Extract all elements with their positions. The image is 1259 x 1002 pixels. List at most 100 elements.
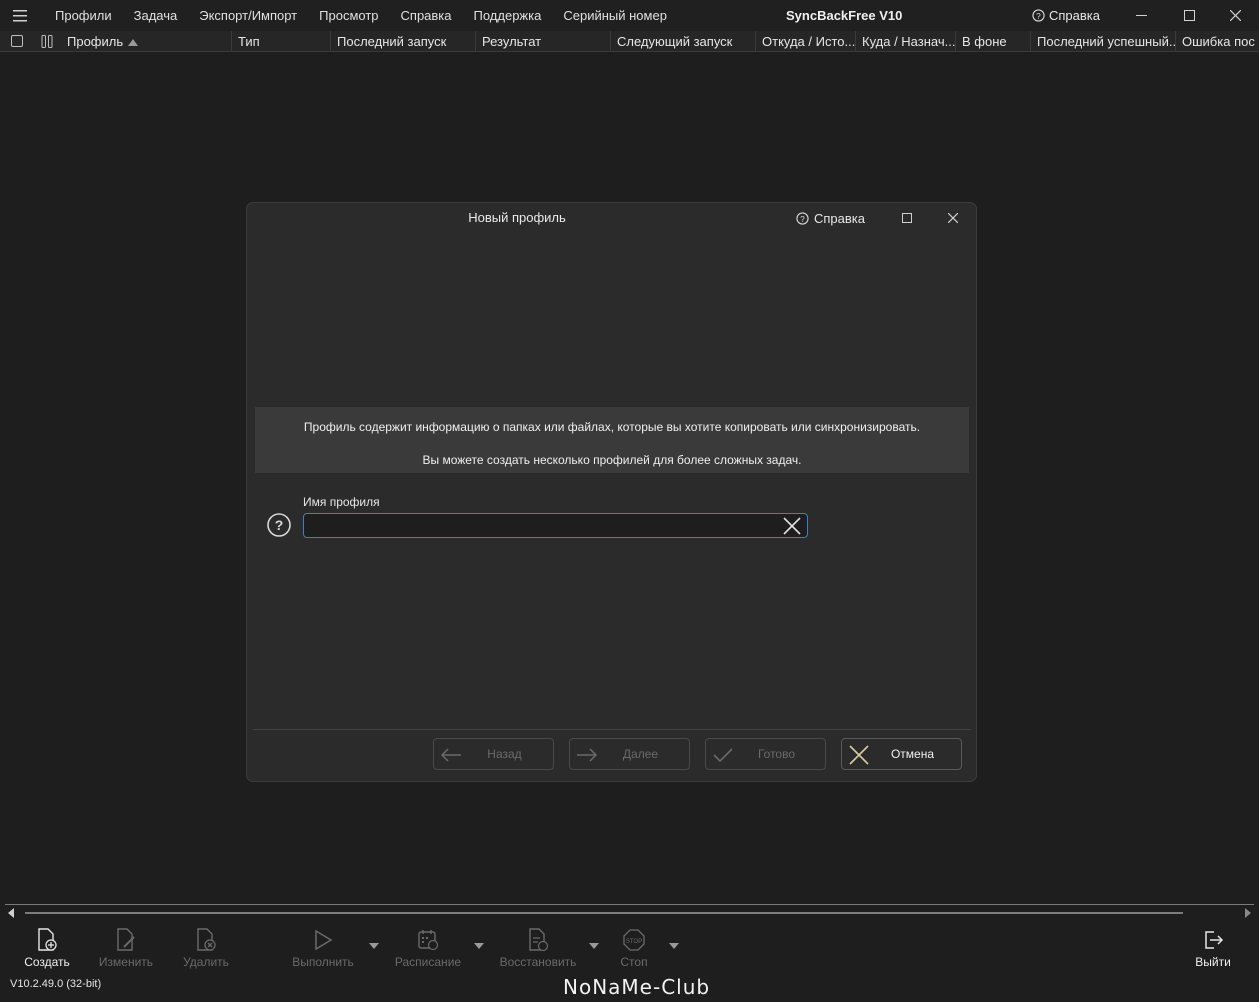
play-icon <box>288 927 358 953</box>
column-last-run[interactable]: Последний запуск <box>331 31 476 51</box>
restore-dropdown-icon[interactable] <box>589 943 599 949</box>
schedule-label: Расписание <box>394 955 462 969</box>
menu-item-export-import[interactable]: Экспорт/Импорт <box>188 0 308 31</box>
hamburger-menu-icon[interactable] <box>0 0 40 31</box>
question-circle-icon[interactable]: ? <box>266 512 292 538</box>
close-icon <box>1229 10 1241 21</box>
checkmark-icon <box>710 742 736 768</box>
info-text-line2: Вы можете создать несколько профилей для… <box>422 453 802 467</box>
delete-button[interactable]: Удалить <box>180 927 232 973</box>
schedule-dropdown-icon[interactable] <box>474 943 484 949</box>
svg-text:?: ? <box>800 213 805 223</box>
title-help-button[interactable]: ? Справка <box>1032 0 1100 31</box>
maximize-icon <box>902 213 912 223</box>
schedule-button[interactable]: Расписание <box>392 927 464 973</box>
profile-name-label: Имя профиля <box>303 495 380 509</box>
restore-icon <box>497 927 579 953</box>
run-dropdown-icon[interactable] <box>369 943 379 949</box>
column-result[interactable]: Результат <box>476 31 611 51</box>
dialog-help-button[interactable]: ? Справка <box>796 203 865 233</box>
column-next-run[interactable]: Следующий запуск <box>611 31 756 51</box>
exit-button[interactable]: Выйти <box>1192 927 1234 973</box>
edit-document-icon <box>96 927 156 953</box>
stop-label: Стоп <box>620 955 648 969</box>
calendar-clock-icon <box>392 927 464 953</box>
menu-item-view[interactable]: Просмотр <box>308 0 389 31</box>
horizontal-scrollbar[interactable] <box>5 904 1254 921</box>
menu-item-serial[interactable]: Серийный номер <box>552 0 678 31</box>
profile-name-input[interactable] <box>303 513 808 538</box>
stop-sign-icon: STOP <box>612 927 656 953</box>
info-panel: Профиль содержит информацию о папках или… <box>255 407 969 473</box>
menu-item-profiles[interactable]: Профили <box>40 0 123 31</box>
stop-dropdown-icon[interactable] <box>669 943 679 949</box>
column-profile-label: Профиль <box>67 33 124 49</box>
column-source[interactable]: Откуда / Исто... <box>756 31 856 51</box>
create-button[interactable]: Создать <box>20 927 74 973</box>
version-label: V10.2.49.0 (32-bit) <box>10 978 102 990</box>
new-document-icon <box>20 927 74 953</box>
cancel-button[interactable]: Отмена <box>841 738 962 770</box>
dialog-close-button[interactable] <box>933 203 973 233</box>
arrow-left-icon <box>438 742 464 768</box>
dialog-maximize-button[interactable] <box>887 203 927 233</box>
scrollbar-thumb[interactable] <box>25 912 1183 914</box>
column-last-error[interactable]: Ошибка пос <box>1176 31 1256 51</box>
delete-label: Удалить <box>183 955 229 969</box>
close-icon <box>948 213 958 223</box>
run-label: Выполнить <box>292 955 354 969</box>
app-title: SyncBackFree V10 <box>786 8 903 23</box>
profile-list-header: Профиль Тип Последний запуск Результат С… <box>0 31 1259 52</box>
dialog-separator <box>253 729 971 730</box>
edit-label: Изменить <box>98 955 154 969</box>
svg-text:?: ? <box>1036 11 1041 21</box>
run-button[interactable]: Выполнить <box>288 927 358 973</box>
main-menu: Профили Задача Экспорт/Импорт Просмотр С… <box>40 0 678 31</box>
edit-button[interactable]: Изменить <box>96 927 156 973</box>
status-bar: V10.2.49.0 (32-bit) NoNaMe-Club <box>0 975 1259 1002</box>
column-destination[interactable]: Куда / Назнач... <box>856 31 956 51</box>
restore-label: Восстановить <box>499 955 577 969</box>
column-profile[interactable]: Профиль <box>61 31 232 51</box>
back-button[interactable]: Назад <box>433 738 554 770</box>
arrow-right-icon <box>574 742 600 768</box>
bottom-toolbar: Создать Изменить Удалить Выполнить Распи… <box>0 921 1259 975</box>
exit-label: Выйти <box>1195 955 1231 969</box>
exit-icon <box>1192 927 1234 953</box>
scroll-right-arrow-icon[interactable] <box>1245 908 1251 918</box>
next-button[interactable]: Далее <box>569 738 690 770</box>
create-label: Создать <box>24 955 70 969</box>
sort-ascending-icon <box>128 38 139 46</box>
minimize-icon <box>1135 14 1147 16</box>
svg-text:STOP: STOP <box>626 939 642 945</box>
delete-document-icon <box>180 927 232 953</box>
dialog-title: Новый профиль <box>468 210 566 225</box>
close-button[interactable] <box>1212 0 1258 31</box>
column-last-success[interactable]: Последний успешный... <box>1031 31 1176 51</box>
column-type[interactable]: Тип <box>232 31 331 51</box>
clear-x-icon <box>783 517 801 535</box>
maximize-button[interactable] <box>1166 0 1212 31</box>
dialog-help-label: Справка <box>814 210 865 226</box>
finish-button[interactable]: Готово <box>705 738 826 770</box>
cancel-x-icon <box>846 742 872 768</box>
help-circle-icon: ? <box>1032 9 1045 22</box>
restore-button[interactable]: Восстановить <box>497 927 579 973</box>
menu-item-task[interactable]: Задача <box>123 0 189 31</box>
svg-text:?: ? <box>275 517 284 533</box>
menu-item-support[interactable]: Поддержка <box>463 0 553 31</box>
clear-input-button[interactable] <box>781 515 803 537</box>
column-background[interactable]: В фоне <box>956 31 1031 51</box>
stop-button[interactable]: STOP Стоп <box>612 927 656 973</box>
title-help-label: Справка <box>1049 8 1100 23</box>
minimize-button[interactable] <box>1118 0 1164 31</box>
menu-item-help[interactable]: Справка <box>390 0 463 31</box>
help-circle-icon: ? <box>796 211 809 225</box>
scroll-left-arrow-icon[interactable] <box>8 908 14 918</box>
new-profile-dialog: Новый профиль ? Справка Профиль содержит… <box>246 202 977 782</box>
watermark-logo: NoNaMe-Club <box>563 975 711 999</box>
title-bar: Профили Задача Экспорт/Импорт Просмотр С… <box>0 0 1259 31</box>
pause-column-icon[interactable] <box>33 31 61 51</box>
select-all-checkbox[interactable] <box>0 31 33 51</box>
maximize-icon <box>1183 10 1195 21</box>
